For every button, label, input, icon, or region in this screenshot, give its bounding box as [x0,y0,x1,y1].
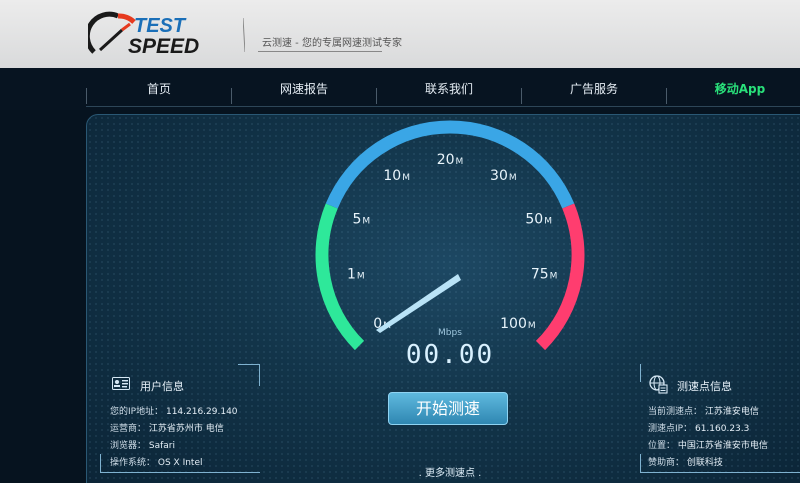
id-card-icon [112,377,130,390]
server-info-title: 测速点信息 [677,380,732,393]
start-test-button[interactable]: 开始测速 [388,392,508,425]
user-isp-row: 运营商： 江苏省苏州市 电信 [110,424,224,434]
globe-server-icon [649,375,668,394]
box-corner [100,454,101,472]
user-info-box: 用户信息 您的IP地址： 114.216.29.140 运营商： 江苏省苏州市 … [100,364,270,483]
gauge-tick-label: 75M [531,267,558,283]
user-browser-row: 浏览器： Safari [110,441,176,451]
box-corner [640,364,641,382]
server-info-box: 测速点信息 当前测速点： 江苏淮安电信 测速点IP： 61.160.23.3 位… [640,364,800,483]
speed-readout: 00.00 [405,340,495,370]
box-underline [640,472,800,473]
speed-unit-label: Mbps [438,328,462,338]
gauge-tick-label: 20M [437,152,464,168]
server-sponsor-row: 赞助商： 创联科技 [648,458,723,468]
gauge-tick-label: 1M [347,267,365,283]
gauge-tick-label: 30M [490,168,517,184]
user-ip-row: 您的IP地址： 114.216.29.140 [110,407,238,417]
gauge-tick-label: 10M [383,168,410,184]
gauge-needle [376,274,461,333]
server-current-row: 当前测速点： 江苏淮安电信 [648,407,759,417]
server-ip-row: 测速点IP： 61.160.23.3 [648,424,750,434]
box-underline [100,472,260,473]
more-test-points-link[interactable]: . 更多测速点 . [398,464,502,479]
page: TEST SPEED 云测速 - 您的专属网速测试专家 首页 网速报告 联系我们… [0,0,800,483]
server-location-row: 位置： 中国江苏省淮安市电信 [648,441,768,451]
user-info-title: 用户信息 [140,380,184,393]
box-corner [238,364,260,365]
box-corner [640,454,641,472]
gauge-tick-label: 100M [500,316,536,332]
user-os-row: 操作系统： OS X Intel [110,458,203,468]
gauge-tick-label: 5M [352,211,370,227]
gauge-tick-label: 50M [525,211,552,227]
box-corner [259,364,260,386]
